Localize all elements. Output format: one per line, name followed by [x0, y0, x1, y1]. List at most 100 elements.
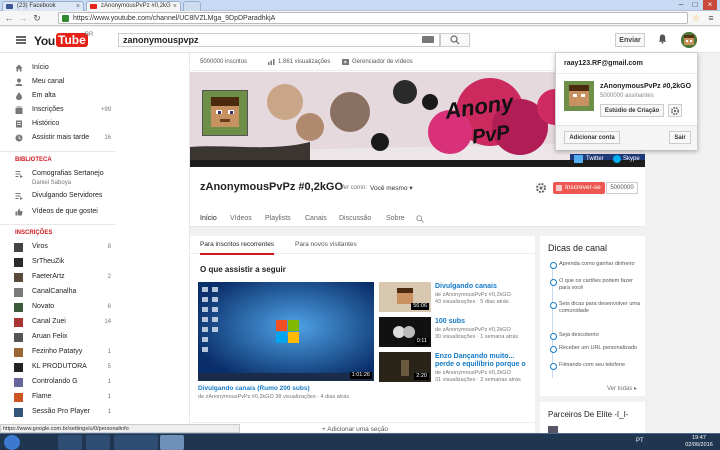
taskbar-chrome-icon[interactable]	[134, 435, 158, 450]
video-thumbnail[interactable]: 56:06	[379, 282, 431, 312]
partner-avatar[interactable]	[548, 426, 558, 433]
tip-item[interactable]: Aprenda como ganhar dinheiro	[550, 261, 640, 269]
search-input[interactable]: zanonymouspvpz	[118, 33, 440, 47]
video-thumbnail[interactable]: 0:11	[379, 317, 431, 347]
subscribe-button[interactable]: Inscrever-se	[553, 182, 605, 194]
logout-button[interactable]: Sair	[669, 131, 691, 144]
browser-tabbar: (23) Facebook × zAnonymousPvPz #0,2kG × …	[0, 0, 720, 11]
creator-studio-button[interactable]: Estúdio de Criação	[600, 104, 664, 117]
library-heading[interactable]: BIBLIOTECA	[15, 157, 52, 163]
tab-canais[interactable]: Canais	[305, 211, 327, 227]
tab-returning-subscribers[interactable]: Para inscritos recorrentes	[200, 236, 275, 255]
channel-search-icon[interactable]	[416, 215, 424, 223]
account-avatar[interactable]	[681, 32, 697, 48]
featured-video-title[interactable]: Divulgando canais (Rumo 200 subs)	[198, 385, 310, 392]
sidebar-item-liked-videos[interactable]: Vídeos de que gostei	[0, 205, 115, 219]
bookmark-star-icon[interactable]: ☆	[690, 12, 702, 24]
tip-item[interactable]: Seja descoberto	[550, 332, 640, 340]
guide-menu-icon[interactable]	[16, 36, 26, 44]
sidebar-item-em-alta[interactable]: Em alta	[0, 89, 115, 103]
video-title[interactable]: Divulgando canais	[435, 283, 497, 290]
account-menu: raay123.RF@gmail.com zAnonymousPvPz #0,2…	[555, 52, 698, 150]
browser-tab-facebook[interactable]: (23) Facebook ×	[2, 1, 84, 11]
youtube-logo[interactable]: You	[34, 34, 55, 48]
tab-sobre[interactable]: Sobre	[386, 211, 405, 227]
subscription-item[interactable]: KL PRODUTORA 5	[0, 360, 115, 374]
subscription-item[interactable]: CanalCanalha	[0, 285, 115, 299]
subscription-item[interactable]: Sessão Pro Player 1	[0, 405, 115, 419]
skype-icon[interactable]	[613, 155, 621, 163]
account-channel-name: zAnonymousPvPz #0,2kGO	[600, 83, 692, 90]
subscription-item[interactable]: Canal Zuei 14	[0, 315, 115, 329]
channel-settings-gear-icon[interactable]	[535, 182, 547, 194]
subscription-item[interactable]: Viros 8	[0, 240, 115, 254]
close-tab-icon[interactable]: ×	[173, 2, 177, 11]
view-as-dropdown[interactable]: Você mesmo ▾	[370, 184, 413, 192]
tip-item[interactable]: O que os cartões podem fazer para você	[550, 278, 640, 291]
video-thumbnail[interactable]: 2:20	[379, 352, 431, 382]
subscription-item[interactable]: Aruan Felix	[0, 330, 115, 344]
taskbar-chrome-active-icon[interactable]	[160, 435, 184, 450]
subscriptions-heading[interactable]: INSCRIÇÕES	[15, 230, 52, 236]
twitter-link[interactable]: Twitter	[586, 154, 604, 164]
reload-icon[interactable]: ↻	[31, 12, 43, 24]
video-title[interactable]: 100 subs	[435, 318, 465, 325]
subscription-count: 1	[107, 394, 111, 400]
divider	[0, 224, 115, 225]
subscription-item[interactable]: Flame 1	[0, 390, 115, 404]
subscription-item[interactable]: Novato 6	[0, 300, 115, 314]
sidebar-item-meu-canal[interactable]: Meu canal	[0, 75, 115, 89]
video-manager-link[interactable]: Gerenciador de vídeos	[352, 53, 413, 71]
upload-button[interactable]: Enviar	[615, 33, 645, 47]
forward-icon[interactable]: →	[17, 12, 29, 24]
youtube-logo-tube[interactable]: Tube	[56, 33, 88, 47]
system-clock[interactable]: 19:47 02/06/2016	[680, 435, 718, 449]
sidebar-item-inicio[interactable]: Início	[0, 61, 115, 75]
tab-new-visitors[interactable]: Para novos visitantes	[295, 236, 357, 253]
language-indicator[interactable]: PT	[636, 438, 644, 444]
subscription-label: Viros	[32, 243, 48, 250]
new-tab-button[interactable]	[183, 1, 201, 11]
browser-menu-icon[interactable]: ≡	[705, 12, 717, 24]
avatar-image	[564, 81, 594, 111]
back-icon[interactable]: ←	[3, 12, 15, 24]
notifications-bell-icon[interactable]	[658, 34, 667, 44]
subscription-item[interactable]: Controlando G 1	[0, 375, 115, 389]
tab-videos[interactable]: Vídeos	[230, 211, 252, 227]
video-channel: de zAnonymousPvPz #0,2kGO	[435, 327, 511, 333]
sidebar-item-historico[interactable]: Histórico	[0, 117, 115, 131]
add-account-button[interactable]: Adicionar conta	[564, 131, 620, 144]
tip-item[interactable]: Filmando com seu telefone	[550, 362, 640, 370]
sidebar-item-assistir-mais-tarde[interactable]: Assistir mais tarde 16	[0, 131, 115, 145]
minimize-icon[interactable]: –	[674, 0, 688, 10]
maximize-icon[interactable]: □	[688, 0, 702, 10]
subscription-item[interactable]: Fezinho Patatyy 1	[0, 345, 115, 359]
search-button[interactable]	[440, 33, 470, 47]
see-all-tips-link[interactable]: Ver todas ▸	[607, 385, 637, 392]
featured-video-thumbnail[interactable]: 1:01:26	[198, 282, 374, 381]
tip-item[interactable]: Receber um URL personalizado	[550, 345, 640, 353]
taskbar-explorer-icon[interactable]	[58, 435, 82, 450]
window-close-icon[interactable]: ×	[703, 0, 717, 10]
browser-tab-youtube[interactable]: zAnonymousPvPz #0,2kG ×	[86, 1, 181, 11]
tip-item[interactable]: Seis dicas para desenvolver uma comunida…	[550, 301, 640, 314]
sidebar-item-playlist[interactable]: Comografias Sertanejo	[0, 167, 115, 181]
keyboard-icon[interactable]	[422, 36, 434, 43]
tab-discussao[interactable]: Discussão	[339, 211, 371, 227]
start-button[interactable]	[4, 435, 20, 450]
subscription-item[interactable]: FaeterArtz 2	[0, 270, 115, 284]
close-tab-icon[interactable]: ×	[76, 2, 80, 11]
sidebar-item-inscricoes[interactable]: Inscrições +99	[0, 103, 115, 117]
skype-link[interactable]: Skype	[623, 154, 640, 164]
taskbar-media-icon[interactable]	[86, 435, 110, 450]
twitter-icon[interactable]	[574, 155, 583, 163]
channel-avatar-large[interactable]	[202, 90, 248, 136]
url-input[interactable]: https://www.youtube.com/channel/UC8lVZLM…	[58, 12, 688, 24]
subscription-item[interactable]: SrTheuZik	[0, 255, 115, 269]
video-title[interactable]: Enzo Dançando muito... perde o equilíbri…	[435, 353, 530, 369]
view-tabs: Para inscritos recorrentes Para novos vi…	[190, 236, 535, 255]
sidebar-item-playlist[interactable]: Divulgando Servidores	[0, 189, 115, 203]
tab-playlists[interactable]: Playlists	[265, 211, 291, 227]
account-menu-avatar[interactable]	[564, 81, 594, 111]
account-settings-button[interactable]	[668, 104, 682, 117]
